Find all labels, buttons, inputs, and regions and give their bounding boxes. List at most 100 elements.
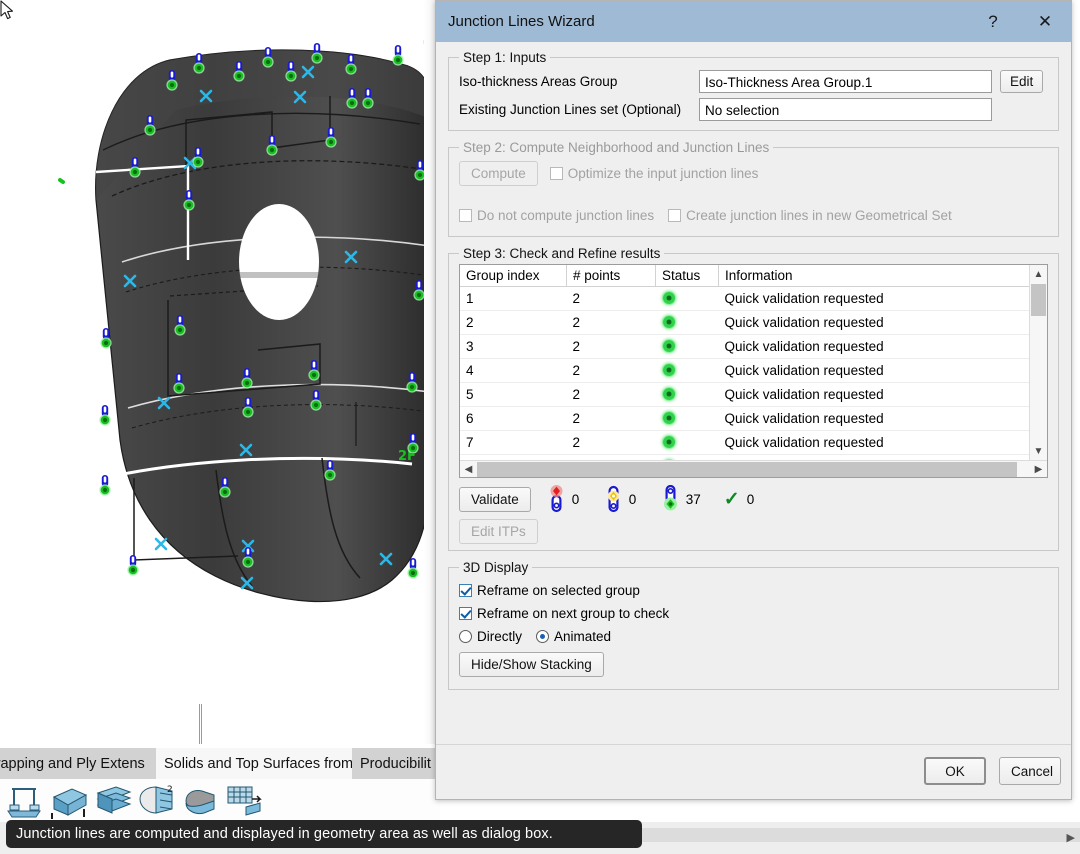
column-header-information[interactable]: Information: [718, 265, 1044, 287]
edit-itps-button[interactable]: Edit ITPs: [459, 519, 538, 544]
step3-group: Step 3: Check and Refine results Group i…: [448, 246, 1059, 551]
ply-machine-icon[interactable]: [2, 781, 46, 821]
step2-legend: Step 2: Compute Neighborhood and Junctio…: [463, 140, 770, 155]
svg-text:2: 2: [167, 785, 173, 795]
stacked-solids-icon[interactable]: [90, 781, 134, 821]
areas-group-row: Iso-thickness Areas Group Iso-Thickness …: [459, 70, 1048, 93]
optimize-checkbox[interactable]: [549, 167, 563, 180]
results-table-container[interactable]: Group index # points Status Information …: [459, 264, 1048, 478]
cell-points: 2: [566, 430, 656, 455]
cell-information: Quick validation requested: [718, 286, 1044, 311]
table-header-row: Group index # points Status Information: [460, 265, 1044, 287]
column-header-status[interactable]: Status: [655, 265, 719, 287]
cell-status: [655, 406, 719, 431]
scroll-down-icon[interactable]: ▼: [1030, 442, 1047, 460]
vertical-scroll-thumb[interactable]: [1031, 284, 1046, 316]
animated-label: Animated: [554, 629, 612, 644]
cell-group-index: 4: [460, 358, 567, 383]
tab-ply-extension[interactable]: wapping and Ply Extens: [0, 748, 173, 779]
table-row[interactable]: 6 2 Quick validation requested: [460, 406, 1044, 431]
tab-label: Producibilit: [360, 755, 431, 772]
reframe-selected-checkbox[interactable]: [459, 584, 472, 597]
scroll-right-icon[interactable]: ▶: [1030, 461, 1047, 477]
hide-show-stacking-button[interactable]: Hide/Show Stacking: [459, 652, 604, 677]
solid-extrude-icon[interactable]: [46, 781, 90, 821]
existing-lines-input[interactable]: No selection: [699, 98, 992, 121]
help-icon[interactable]: ?: [967, 1, 1019, 42]
new-geom-set-checkbox[interactable]: [668, 209, 682, 222]
close-icon[interactable]: ✕: [1019, 1, 1071, 42]
check-count: 0: [746, 491, 755, 507]
step3-legend: Step 3: Check and Refine results: [463, 246, 661, 261]
status-green-icon: [661, 363, 676, 377]
cell-status: [655, 334, 719, 359]
reframe-next-row[interactable]: Reframe on next group to check: [459, 606, 1048, 621]
cell-information: Quick validation requested: [718, 406, 1044, 431]
display3d-legend: 3D Display: [463, 560, 529, 575]
cell-status: [655, 310, 719, 335]
reframe-next-checkbox[interactable]: [459, 607, 472, 620]
green-count: 37: [685, 491, 701, 507]
cell-status: [655, 382, 719, 407]
validate-button[interactable]: Validate: [459, 486, 531, 512]
cell-information: Quick validation requested: [718, 430, 1044, 455]
compute-button[interactable]: Compute: [459, 161, 538, 186]
cell-group-index: 2: [460, 310, 567, 335]
step2-group: Step 2: Compute Neighborhood and Junctio…: [448, 140, 1059, 237]
reframe-selected-row[interactable]: Reframe on selected group: [459, 583, 1048, 598]
cell-information: Quick validation requested: [718, 358, 1044, 383]
scroll-left-icon[interactable]: ◀: [460, 461, 477, 477]
cell-group-index: 6: [460, 406, 567, 431]
cell-points: 2: [566, 406, 656, 431]
check-icon: ✓: [723, 488, 740, 510]
table-row[interactable]: 3 2 Quick validation requested: [460, 334, 1044, 359]
existing-lines-label: Existing Junction Lines set (Optional): [459, 102, 682, 117]
do-not-compute-checkbox[interactable]: [459, 209, 472, 222]
status-green-icon: [661, 387, 676, 401]
dialog-titlebar[interactable]: Junction Lines Wizard ? ✕: [436, 1, 1071, 42]
table-row[interactable]: 7 2 Quick validation requested: [460, 430, 1044, 455]
areas-group-input[interactable]: Iso-Thickness Area Group.1: [699, 70, 992, 93]
tab-solids-and-top-surfaces[interactable]: Solids and Top Surfaces from: [156, 748, 369, 779]
status-green-icon: [661, 339, 676, 353]
directly-radio[interactable]: [459, 630, 472, 643]
cell-group-index: 5: [460, 382, 567, 407]
table-horizontal-scrollbar[interactable]: ◀ ▶: [460, 460, 1047, 477]
cell-information: Quick validation requested: [718, 334, 1044, 359]
viewport-axis-line: [199, 704, 202, 744]
grid-surface-icon[interactable]: [222, 781, 266, 821]
step1-group: Step 1: Inputs Iso-thickness Areas Group…: [448, 50, 1059, 131]
table-vertical-scrollbar[interactable]: ▲ ▼: [1029, 265, 1047, 460]
animated-radio[interactable]: [536, 630, 550, 643]
column-header-points[interactable]: # points: [566, 265, 656, 287]
cell-points: 2: [566, 382, 656, 407]
top-surface-icon[interactable]: 2: [134, 781, 178, 821]
new-geom-set-label: Create junction lines in new Geometrical…: [686, 208, 952, 223]
validate-row: Validate 0 0 37 ✓ 0: [459, 485, 1048, 513]
table-row[interactable]: 2 2 Quick validation requested: [460, 310, 1044, 335]
cell-points: 2: [566, 310, 656, 335]
status-green-icon: [661, 411, 676, 425]
scroll-up-icon[interactable]: ▲: [1030, 265, 1047, 283]
curved-solid-icon[interactable]: [178, 781, 222, 821]
ok-button[interactable]: OK: [924, 757, 986, 785]
scroll-right-arrow-icon[interactable]: ▶: [1067, 831, 1075, 844]
horizontal-scroll-thumb[interactable]: [477, 462, 1017, 477]
junction-lines-wizard-dialog: Junction Lines Wizard ? ✕ Step 1: Inputs…: [435, 0, 1072, 800]
yellow-pin-icon: [607, 485, 619, 513]
status-tooltip-text: Junction lines are computed and displaye…: [16, 826, 553, 842]
table-row[interactable]: 1 2 Quick validation requested: [460, 286, 1044, 311]
cancel-button[interactable]: Cancel: [999, 757, 1061, 785]
cell-points: 2: [566, 286, 656, 311]
table-row[interactable]: 5 2 Quick validation requested: [460, 382, 1044, 407]
cell-status: [655, 430, 719, 455]
cell-points: 2: [566, 358, 656, 383]
table-row[interactable]: 4 2 Quick validation requested: [460, 358, 1044, 383]
column-header-group-index[interactable]: Group index: [460, 265, 567, 287]
step1-legend: Step 1: Inputs: [463, 50, 547, 65]
3d-viewport[interactable]: 2F: [0, 0, 440, 744]
bottom-scroll-track[interactable]: [642, 828, 1080, 842]
edit-button[interactable]: Edit: [1000, 70, 1044, 93]
compute-options-row: Do not compute junction lines Create jun…: [459, 208, 1048, 227]
cad-toolbar: 2: [0, 779, 440, 822]
